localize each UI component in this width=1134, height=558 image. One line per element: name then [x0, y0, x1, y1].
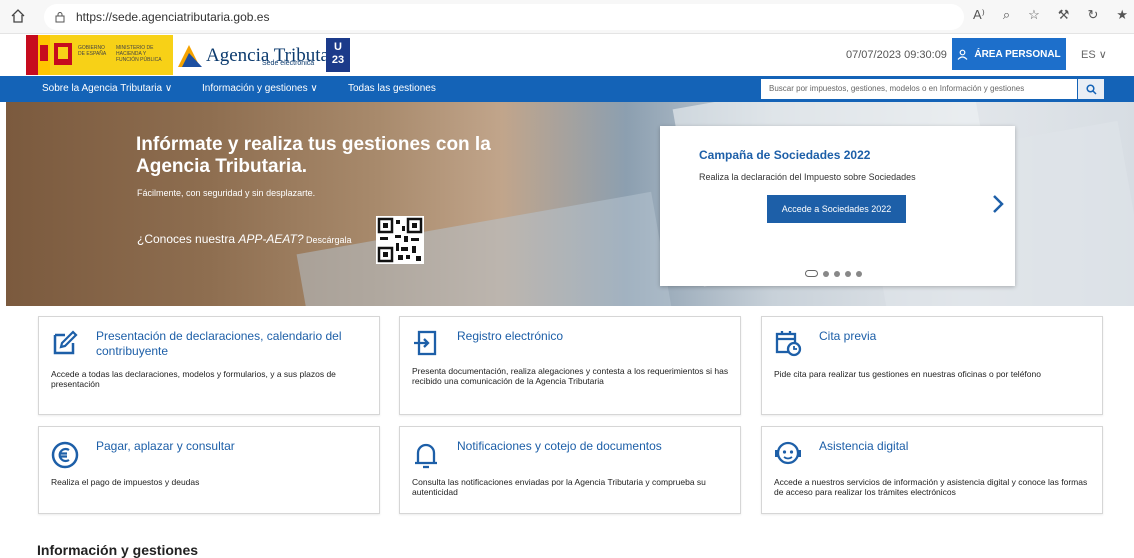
card-description: Pide cita para realizar tus gestiones en… — [774, 369, 1041, 379]
card-description: Accede a todas las declaraciones, modelo… — [51, 369, 336, 389]
carousel-dot-4[interactable] — [845, 270, 851, 277]
promo-title: Campaña de Sociedades 2022 — [699, 148, 871, 162]
u23-badge: U 23 — [326, 38, 350, 72]
hero-subtitle: Fácilmente, con seguridad y sin desplaza… — [137, 188, 316, 198]
card-presentacion-declaraciones[interactable]: Presentación de declaraciones, calendari… — [38, 316, 380, 415]
carousel-dot-5[interactable] — [856, 270, 862, 277]
carousel-dot-1[interactable] — [805, 270, 818, 277]
nav-item-sobre-agencia[interactable]: Sobre la Agencia Tributaria ∨ — [42, 83, 172, 94]
card-title: Cita previa — [819, 329, 877, 343]
bell-icon — [415, 443, 437, 469]
login-register-icon — [414, 330, 437, 356]
search-icon — [1085, 83, 1097, 95]
card-description: Accede a nuestros servicios de informaci… — [774, 477, 1088, 497]
brand-subtitle: Sede electrónica — [262, 60, 315, 67]
zoom-icon[interactable]: ⌕ — [1003, 7, 1010, 23]
lock-icon — [55, 12, 65, 23]
nav-item-informacion-gestiones[interactable]: Información y gestiones ∨ — [202, 83, 318, 94]
url-text: https://sede.agenciatributaria.gob.es — [76, 10, 270, 24]
home-icon[interactable] — [10, 8, 26, 24]
carousel-next-icon[interactable] — [990, 193, 1006, 215]
session-datetime: 07/07/2023 09:30:09 — [846, 49, 947, 61]
card-registro-electronico[interactable]: Registro electrónico Presenta documentac… — [399, 316, 741, 415]
card-title: Presentación de declaraciones, calendari… — [96, 329, 342, 358]
hero-title: Infórmate y realiza tus gestiones con la… — [136, 134, 491, 177]
gov-logo-line-2: MINISTERIO DE HACIENDA Y FUNCIÓN PÚBLICA — [116, 45, 162, 63]
promo-description: Realiza la declaración del Impuesto sobr… — [699, 172, 916, 182]
favorites-icon[interactable]: ★ — [1116, 7, 1128, 23]
government-logo[interactable]: GOBIERNO DE ESPAÑA MINISTERIO DE HACIEND… — [26, 35, 173, 75]
app-name: APP-AEAT? — [238, 232, 304, 246]
read-aloud-icon[interactable]: A⁾ — [973, 7, 985, 23]
carousel-dot-3[interactable] — [834, 270, 840, 277]
card-title: Asistencia digital — [819, 439, 909, 453]
card-description: Consulta las notificaciones enviadas por… — [412, 477, 706, 497]
gov-logo-line-1: GOBIERNO DE ESPAÑA — [78, 45, 107, 57]
nav-item-todas-gestiones[interactable]: Todas las gestiones — [348, 83, 436, 94]
card-notificaciones[interactable]: Notificaciones y cotejo de documentos Co… — [399, 426, 741, 514]
card-asistencia-digital[interactable]: Asistencia digital Accede a nuestros ser… — [761, 426, 1103, 514]
card-description: Realiza el pago de impuestos y deudas — [51, 477, 200, 487]
carousel-dot-2[interactable] — [823, 270, 829, 277]
user-icon — [957, 49, 968, 60]
collections-icon[interactable]: ↻ — [1087, 7, 1098, 23]
card-title: Registro electrónico — [457, 329, 564, 343]
app-promo-text[interactable]: ¿Conoces nuestra APP-AEAT? Descárgala — [137, 232, 352, 246]
search-button[interactable] — [1078, 79, 1104, 99]
card-cita-previa[interactable]: Cita previa Pide cita para realizar tus … — [761, 316, 1103, 415]
card-description: Presenta documentación, realiza alegacio… — [412, 366, 729, 386]
area-personal-button[interactable]: ÁREA PERSONAL — [952, 38, 1066, 70]
card-title: Notificaciones y cotejo de documentos — [457, 439, 662, 453]
browser-toolbar: https://sede.agenciatributaria.gob.es A⁾… — [0, 0, 1134, 34]
aeat-emblem-icon — [178, 45, 202, 67]
app-download-link[interactable]: Descárgala — [304, 235, 352, 245]
calendar-clock-icon — [775, 331, 802, 357]
card-pagar-aplazar[interactable]: Pagar, aplazar y consultar Realiza el pa… — [38, 426, 380, 514]
qr-code-icon[interactable] — [376, 216, 424, 264]
area-personal-label: ÁREA PERSONAL — [974, 48, 1061, 60]
extensions-icon[interactable]: ⚒ — [1058, 7, 1070, 23]
favorite-add-icon[interactable]: ☆ — [1028, 7, 1040, 23]
language-selector[interactable]: ES ∨ — [1081, 48, 1107, 61]
promo-button[interactable]: Accede a Sociedades 2022 — [767, 195, 906, 223]
agencia-tributaria-logo[interactable]: Agencia Tributaria Sede electrónica — [176, 38, 349, 72]
card-title: Pagar, aplazar y consultar — [96, 439, 235, 453]
carousel-dots — [805, 270, 862, 277]
support-agent-icon — [775, 441, 801, 465]
app-promo-prefix: ¿Conoces nuestra — [137, 232, 239, 246]
search-input[interactable]: Buscar por impuestos, gestiones, modelos… — [761, 79, 1077, 99]
edit-form-icon — [53, 330, 78, 355]
u23-line-1: U — [334, 41, 342, 53]
euro-icon — [51, 441, 79, 469]
address-bar[interactable]: https://sede.agenciatributaria.gob.es — [44, 4, 964, 30]
u23-line-2: 23 — [331, 54, 345, 66]
